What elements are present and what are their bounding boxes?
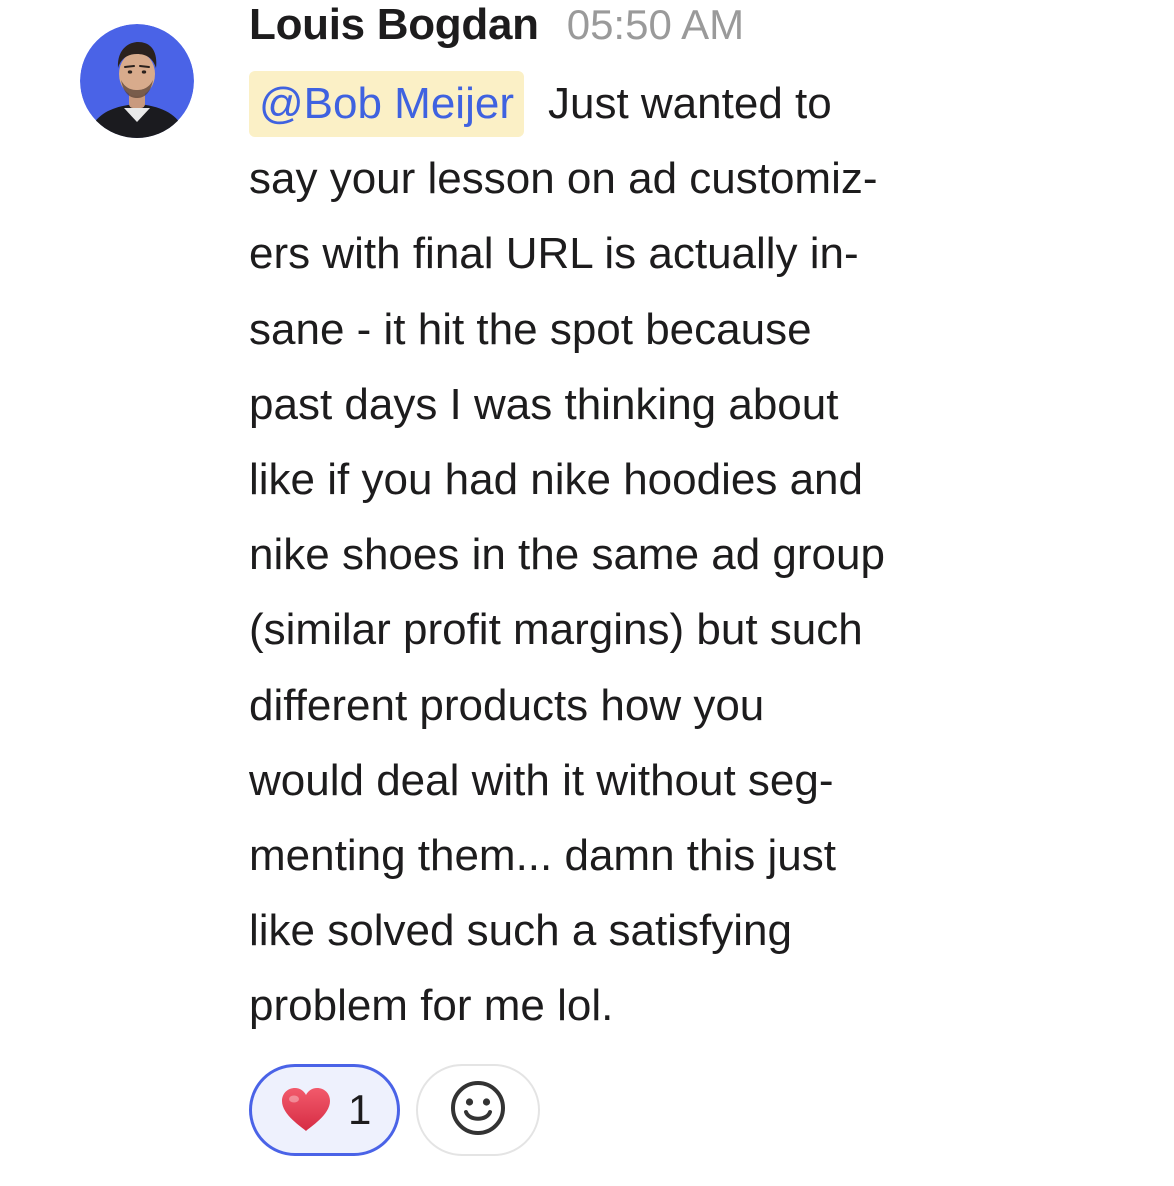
message-header: Louis Bogdan 05:50 AM — [249, 0, 744, 52]
avatar[interactable] — [80, 24, 194, 138]
message-line: like if you had nike hoodies and — [249, 454, 863, 504]
message-body: @Bob Meijer Just wanted to say your lesso… — [249, 66, 1109, 1043]
reactions-bar: 1 — [249, 1064, 541, 1156]
message-line: (similar profit margins) but such — [249, 605, 863, 655]
message-timestamp[interactable]: 05:50 AM — [567, 1, 744, 49]
message-line: nike shoes in the same ad group — [249, 530, 885, 580]
smiley-face-icon — [449, 1079, 507, 1142]
message-line: @Bob Meijer Just wanted to — [249, 66, 1109, 141]
heart-icon — [280, 1087, 332, 1133]
message-text: Just wanted to — [547, 79, 832, 128]
message-line: sane - it hit the spot because — [249, 304, 812, 354]
message-line: menting them... damn this just — [249, 830, 836, 880]
user-mention[interactable]: @Bob Meijer — [249, 71, 524, 137]
message-line: would deal with it without seg- — [249, 755, 834, 805]
message-line: ers with final URL is actually in- — [249, 229, 859, 279]
message-line: say your lesson on ad customiz- — [249, 154, 878, 204]
avatar-photo — [80, 24, 194, 138]
message-line: past days I was thinking about — [249, 379, 839, 429]
sender-name[interactable]: Louis Bogdan — [249, 0, 539, 50]
message-line: different products how you — [249, 680, 765, 730]
chat-message: Louis Bogdan 05:50 AM @Bob Meijer Just wa… — [0, 0, 1174, 1186]
message-line: problem for me lol. — [249, 981, 614, 1031]
heart-reaction-button[interactable]: 1 — [249, 1064, 401, 1156]
add-reaction-button[interactable] — [416, 1064, 541, 1156]
message-line: like solved such a satisfying — [249, 906, 792, 956]
reaction-count: 1 — [348, 1086, 372, 1133]
